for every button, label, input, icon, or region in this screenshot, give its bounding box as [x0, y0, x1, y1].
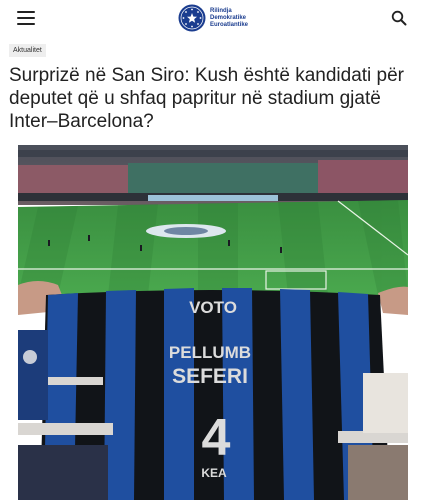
logo-line: Demokratike [210, 14, 247, 21]
top-bar: Rilindja Demokratike Euroatlantike [0, 0, 426, 36]
logo-text: Rilindja Demokratike Euroatlantike [210, 8, 248, 29]
logo-emblem-icon [178, 4, 206, 32]
logo-line: Rilindja [210, 7, 232, 14]
jersey-bottom-text: KEA [201, 466, 227, 480]
category-badge[interactable]: Aktualitet [9, 44, 46, 57]
jersey-name-line2: SEFERI [172, 365, 248, 388]
site-logo[interactable]: Rilindja Demokratike Euroatlantike [178, 3, 248, 33]
article-image: VOTO PELLUMB SEFERI 4 KEA [18, 145, 408, 500]
stadium-photo: VOTO PELLUMB SEFERI 4 KEA [18, 145, 408, 500]
jersey-vote-text: VOTO [189, 298, 237, 317]
jersey-name-line1: PELLUMB [169, 343, 251, 362]
menu-icon[interactable] [17, 11, 35, 25]
article-title: Surprizë në San Siro: Kush është kandida… [9, 65, 405, 132]
logo-line: Euroatlantike [210, 21, 249, 28]
jersey-number: 4 [202, 409, 231, 467]
search-icon[interactable] [391, 10, 407, 26]
